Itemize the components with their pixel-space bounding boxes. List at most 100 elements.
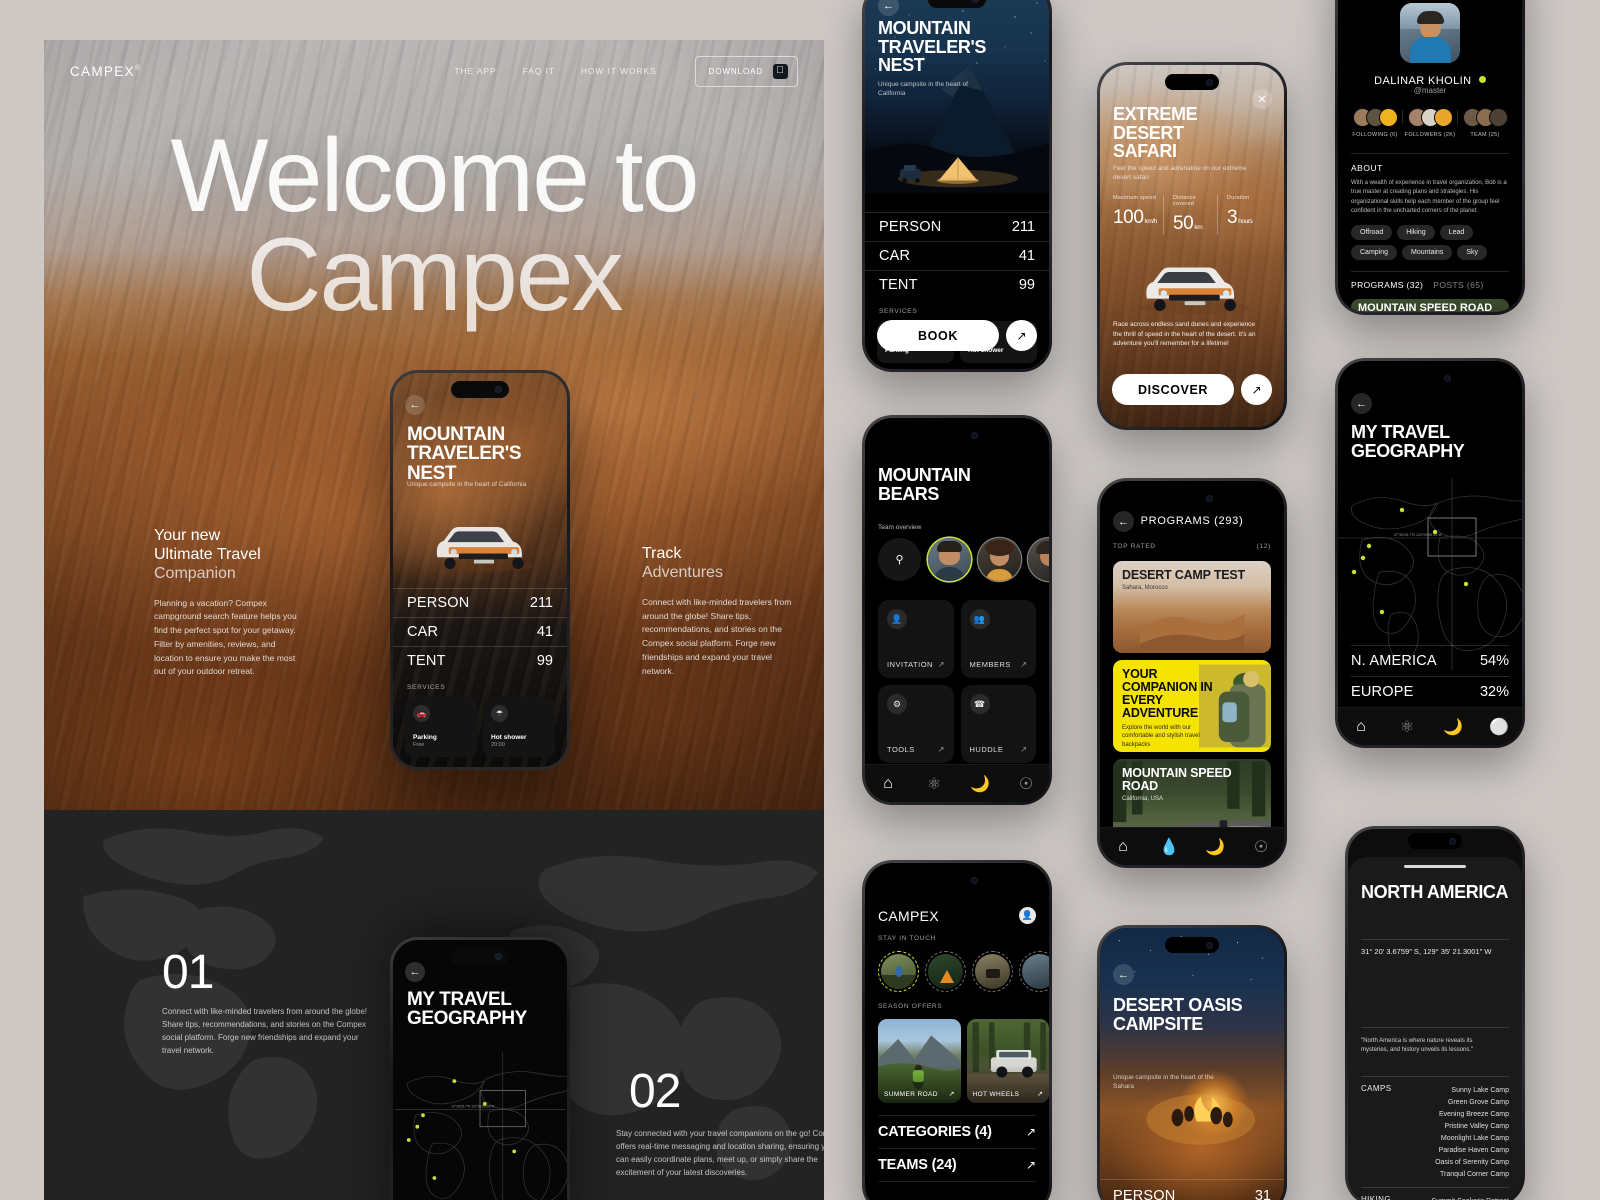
back-icon[interactable]: ← [1113,511,1134,532]
arrow-up-right-icon[interactable]: ↗ [1241,374,1272,405]
back-icon[interactable]: ← [1351,393,1372,414]
tag-sky[interactable]: Sky [1457,245,1487,260]
geography-stats: N. AMERICA 54% EUROPE 32% [1351,645,1509,707]
suv-illustration [433,526,535,572]
spec-number: 3 [1227,207,1238,228]
stat-followers[interactable]: FOLLOWERS (2K) [1403,108,1457,138]
travel-geography-title: MY TRAVEL GEOGRAPHY [1351,422,1465,461]
tile-tools[interactable]: ⚙ TOOLS ↗ [878,685,954,763]
stat-value: 54% [1479,653,1509,669]
story-item[interactable] [878,951,919,992]
hero-title: Welcome to Campex [44,124,824,327]
shower-icon: ☂ [491,705,508,722]
tag-camping[interactable]: Camping [1351,245,1398,260]
home-icon[interactable]: ⌂ [1353,718,1369,735]
profile-program-card[interactable]: MOUNTAIN SPEED ROAD [1351,299,1509,312]
safari-specs: Maximum speed 100km/h Distance covered 5… [1113,195,1271,235]
spec-label: Maximum speed [1113,195,1156,201]
tab-programs[interactable]: PROGRAMS (32) [1351,280,1423,290]
member-avatar[interactable] [928,538,971,581]
list-item[interactable]: Green Grove Camp [1423,1096,1509,1108]
campsite-tent-scene [897,157,1019,188]
search-icon[interactable]: ⚲ [878,538,921,581]
tag-mountains[interactable]: Mountains [1402,245,1453,260]
tag-offroad[interactable]: Offroad [1351,225,1393,240]
avatar[interactable] [1400,3,1460,63]
hero-left-block: Your new Ultimate Travel Companion Plann… [154,527,302,679]
profile-icon[interactable]: ☉ [1018,776,1034,793]
service-card-shower[interactable]: ☂ Hot shower 20:00 [483,697,555,757]
discover-button[interactable]: DISCOVER [1112,374,1234,405]
profile-icon[interactable]: ☉ [1253,839,1269,856]
stat-team[interactable]: TEAM (25) [1458,108,1512,138]
list-item[interactable]: Evening Breeze Camp [1423,1108,1509,1120]
moon-icon[interactable]: 🌙 [1443,719,1463,736]
back-icon[interactable]: ← [1113,964,1134,985]
back-icon[interactable]: ← [405,395,425,415]
action-tiles-grid: 👤 INVITATION ↗ 👥 MEMBERS ↗ ⚙ TOOLS ↗ ☎ H… [878,600,1036,763]
tag-lead[interactable]: Lead [1439,225,1474,240]
group-items: Summit Seeker's Retreat Trailblazer's Ha… [1423,1195,1509,1200]
list-item[interactable]: Pristine Valley Camp [1423,1120,1509,1132]
list-item[interactable]: Oasis of Serenity Camp [1423,1156,1509,1168]
program-card-companion[interactable]: YOUR COMPANION IN EVERY ADVENTURE Explor… [1113,660,1271,752]
home-icon[interactable]: ⌂ [1115,838,1131,855]
tile-members[interactable]: 👥 MEMBERS ↗ [960,600,1036,678]
flame-icon[interactable]: 💧 [1159,839,1179,856]
nav-item-faq[interactable]: FAQ IT [523,66,555,76]
list-item[interactable]: Paradise Haven Camp [1423,1144,1509,1156]
member-avatar[interactable] [978,538,1021,581]
site-logo[interactable]: CAMPEX® [70,64,141,79]
list-item[interactable]: Summit Seeker's Retreat [1423,1195,1509,1200]
nav-item-the-app[interactable]: THE APP [454,66,496,76]
story-item[interactable] [925,951,966,992]
top-rated-label: TOP RATED [1113,543,1156,550]
download-button[interactable]: DOWNLOAD  [694,55,798,87]
tile-huddle[interactable]: ☎ HUDDLE ↗ [960,685,1036,763]
arrow-up-right-icon: ↗ [1020,745,1027,754]
list-item[interactable]: Sunny Lake Camp [1423,1084,1509,1096]
moon-icon[interactable]: 🌙 [1205,839,1225,856]
tile-invitation[interactable]: 👤 INVITATION ↗ [878,600,954,678]
profile-icon[interactable]: 👤 [1019,907,1036,924]
story-item[interactable] [972,951,1013,992]
tab-posts[interactable]: POSTS (65) [1433,280,1483,290]
story-item[interactable] [1019,951,1049,992]
list-item[interactable]: Moonlight Lake Camp [1423,1132,1509,1144]
stat-key: TENT [879,277,918,293]
stat-value: 31 [1254,1188,1271,1200]
list-item[interactable]: Tranquil Corner Camp [1423,1168,1509,1180]
moon-icon[interactable]: 🌙 [970,776,990,793]
stat-key: N. AMERICA [1351,653,1437,669]
program-card-text: YOUR COMPANION IN EVERY ADVENTURE Explor… [1122,667,1220,750]
nav-item-how-it-works[interactable]: HOW IT WORKS [581,66,657,76]
north-america-quote: "North America is where nature reveals i… [1361,1038,1474,1054]
service-card-parking[interactable]: 🚗 Parking Free [405,697,477,757]
home-icon[interactable]: ⌂ [880,775,896,792]
member-avatar[interactable] [1028,538,1049,581]
programs-list: DESERT CAMP TEST Sahara, Morocco YOUR CO… [1113,561,1271,851]
flame-icon[interactable]: ⚛ [1399,719,1415,736]
stat-following[interactable]: FOLLOWING (6) [1348,108,1402,138]
back-icon[interactable]: ← [405,962,425,982]
phone-campex-home: CAMPEX 👤 STAY IN TOUCH SEASON OFFERS SUM… [862,860,1052,1200]
program-card-desert-camp[interactable]: DESERT CAMP TEST Sahara, Morocco [1113,561,1271,653]
stat-row: N. AMERICA 54% [1351,645,1509,676]
profile-icon[interactable]: ⚪ [1489,719,1509,736]
arrow-up-right-icon[interactable]: ↗ [1006,320,1037,351]
row-teams[interactable]: TEAMS (24) ↗ [878,1148,1036,1181]
tag-hiking[interactable]: Hiking [1397,225,1435,240]
book-button[interactable]: BOOK [877,320,999,351]
users-icon: 👥 [969,609,990,629]
drag-handle[interactable] [1404,865,1466,868]
profile-tabs: PROGRAMS (32) POSTS (65) [1351,271,1509,290]
offer-card-summer-road[interactable]: SUMMER ROAD ↗ [878,1019,961,1103]
spec-value: 100km/h [1113,207,1157,229]
apple-icon:  [773,63,788,79]
close-icon[interactable]: ✕ [1252,89,1272,109]
row-categories[interactable]: CATEGORIES (4) ↗ [878,1115,1036,1148]
offer-card-hot-wheels[interactable]: HOT WHEELS ↗ [966,1019,1049,1103]
discover-cta-group: DISCOVER ↗ [1112,374,1272,405]
flame-icon[interactable]: ⚛ [926,776,942,793]
program-meta: Explore the world with our comfortable a… [1122,724,1200,748]
